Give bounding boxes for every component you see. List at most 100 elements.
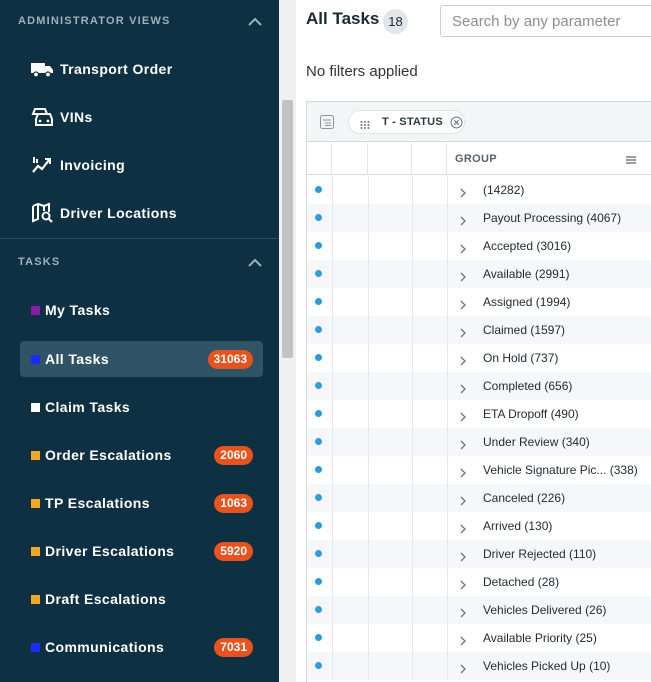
status-dot <box>315 410 322 417</box>
table-row[interactable]: Completed (656) <box>307 372 651 400</box>
task-communications[interactable]: Communications 7031 <box>20 629 263 665</box>
table-row[interactable]: Under Review (340) <box>307 428 651 456</box>
group-count: (226) <box>537 491 566 505</box>
cell-separator <box>447 596 448 624</box>
chevron-right-icon[interactable] <box>459 409 467 422</box>
table-row[interactable]: Assigned (1994) <box>307 288 651 316</box>
table-row[interactable]: Claimed (1597) <box>307 316 651 344</box>
chevron-up-icon[interactable] <box>247 13 263 29</box>
chevron-right-icon[interactable] <box>459 633 467 646</box>
color-marker <box>31 450 40 460</box>
admin-section-title: ADMINISTRATOR VIEWS <box>18 15 171 27</box>
cell-separator <box>332 260 333 288</box>
chevron-right-icon[interactable] <box>459 213 467 226</box>
chevron-right-icon[interactable] <box>459 185 467 198</box>
group-label: Completed (656) <box>483 379 572 393</box>
table-row[interactable]: Vehicle Signature Pic... (338) <box>307 456 651 484</box>
header-cell[interactable] <box>412 143 447 175</box>
cell-separator <box>332 624 333 652</box>
table-row[interactable]: On Hold (737) <box>307 344 651 372</box>
table-row[interactable]: Vehicles Picked Up (10) <box>307 652 651 680</box>
group-label: Available Priority (25) <box>483 631 597 645</box>
group-label: Payout Processing (4067) <box>483 211 621 225</box>
chevron-right-icon[interactable] <box>459 381 467 394</box>
tasks-section-header[interactable]: TASKS <box>18 252 263 272</box>
nav-vins[interactable]: VINs <box>20 99 263 135</box>
cell-separator <box>368 372 369 400</box>
chevron-right-icon[interactable] <box>459 577 467 590</box>
nav-transport-order[interactable]: Transport Order <box>20 51 263 87</box>
chevron-right-icon[interactable] <box>459 241 467 254</box>
table-row[interactable]: Available (2991) <box>307 260 651 288</box>
task-all-tasks[interactable]: All Tasks 31063 <box>20 341 263 377</box>
cell-separator <box>412 372 413 400</box>
nav-label: VINs <box>60 109 93 125</box>
group-name: Available <box>483 267 532 281</box>
nav-driver-locations[interactable]: Driver Locations <box>20 195 263 231</box>
color-marker <box>31 594 40 604</box>
group-column-header[interactable]: GROUP <box>455 153 497 165</box>
task-claim-tasks[interactable]: Claim Tasks <box>20 389 263 425</box>
chevron-right-icon[interactable] <box>459 521 467 534</box>
cell-separator <box>332 428 333 456</box>
chevron-right-icon[interactable] <box>459 269 467 282</box>
table-row[interactable]: Accepted (3016) <box>307 232 651 260</box>
table-row[interactable]: (14282) <box>307 176 651 204</box>
chevron-right-icon[interactable] <box>459 297 467 310</box>
chevron-right-icon[interactable] <box>459 493 467 506</box>
drag-handle-icon[interactable] <box>360 117 370 129</box>
cell-separator <box>368 568 369 596</box>
column-menu-icon[interactable] <box>625 153 637 165</box>
header-cell[interactable] <box>368 143 412 175</box>
chevron-right-icon[interactable] <box>459 437 467 450</box>
header-cell[interactable] <box>307 143 332 175</box>
table-row[interactable]: Payout Processing (4067) <box>307 204 651 232</box>
close-icon[interactable] <box>450 116 463 129</box>
group-count: (656) <box>544 379 573 393</box>
chevron-right-icon[interactable] <box>459 353 467 366</box>
group-label: On Hold (737) <box>483 351 558 365</box>
table-row[interactable]: Detached (28) <box>307 568 651 596</box>
header-cell[interactable] <box>332 143 368 175</box>
chevron-right-icon[interactable] <box>459 325 467 338</box>
status-dot <box>315 382 322 389</box>
task-label: Order Escalations <box>45 447 172 463</box>
chevron-right-icon[interactable] <box>459 661 467 674</box>
search-input[interactable] <box>440 5 651 37</box>
table-row[interactable]: Available Priority (25) <box>307 624 651 652</box>
status-dot <box>315 270 322 277</box>
sidebar: ADMINISTRATOR VIEWS Transport Order VINs… <box>0 0 279 682</box>
task-driver-escalations[interactable]: Driver Escalations 5920 <box>20 533 263 569</box>
nav-invoicing[interactable]: Invoicing <box>20 147 263 183</box>
admin-section-header[interactable]: ADMINISTRATOR VIEWS <box>18 11 263 31</box>
group-count: (10) <box>589 659 611 673</box>
chevron-right-icon[interactable] <box>459 605 467 618</box>
chevron-right-icon[interactable] <box>459 549 467 562</box>
task-draft-escalations[interactable]: Draft Escalations <box>20 581 263 617</box>
table-row[interactable]: ETA Dropoff (490) <box>307 400 651 428</box>
group-chip[interactable]: T - STATUS <box>348 110 465 134</box>
group-label: Available (2991) <box>483 267 570 281</box>
chevron-up-icon[interactable] <box>247 254 263 270</box>
nav-label: Driver Locations <box>60 205 177 221</box>
group-name: Vehicles Picked Up <box>483 659 586 673</box>
task-label: All Tasks <box>45 351 110 367</box>
task-label: My Tasks <box>45 302 111 318</box>
cell-separator <box>412 400 413 428</box>
task-tp-escalations[interactable]: TP Escalations 1063 <box>20 485 263 521</box>
cell-separator <box>368 176 369 204</box>
table-row[interactable]: Vehicles Delivered (26) <box>307 596 651 624</box>
task-order-escalations[interactable]: Order Escalations 2060 <box>20 437 263 473</box>
table-row[interactable]: Canceled (226) <box>307 484 651 512</box>
cell-separator <box>332 372 333 400</box>
color-marker <box>31 642 40 652</box>
chevron-right-icon[interactable] <box>459 465 467 478</box>
table-row[interactable]: Driver Rejected (110) <box>307 540 651 568</box>
cell-separator <box>412 288 413 316</box>
scrollbar-thumb[interactable] <box>282 100 293 358</box>
cell-separator <box>447 232 448 260</box>
group-name: Under Review <box>483 435 559 449</box>
cell-separator <box>332 288 333 316</box>
task-my-tasks[interactable]: My Tasks <box>20 292 263 328</box>
table-row[interactable]: Arrived (130) <box>307 512 651 540</box>
